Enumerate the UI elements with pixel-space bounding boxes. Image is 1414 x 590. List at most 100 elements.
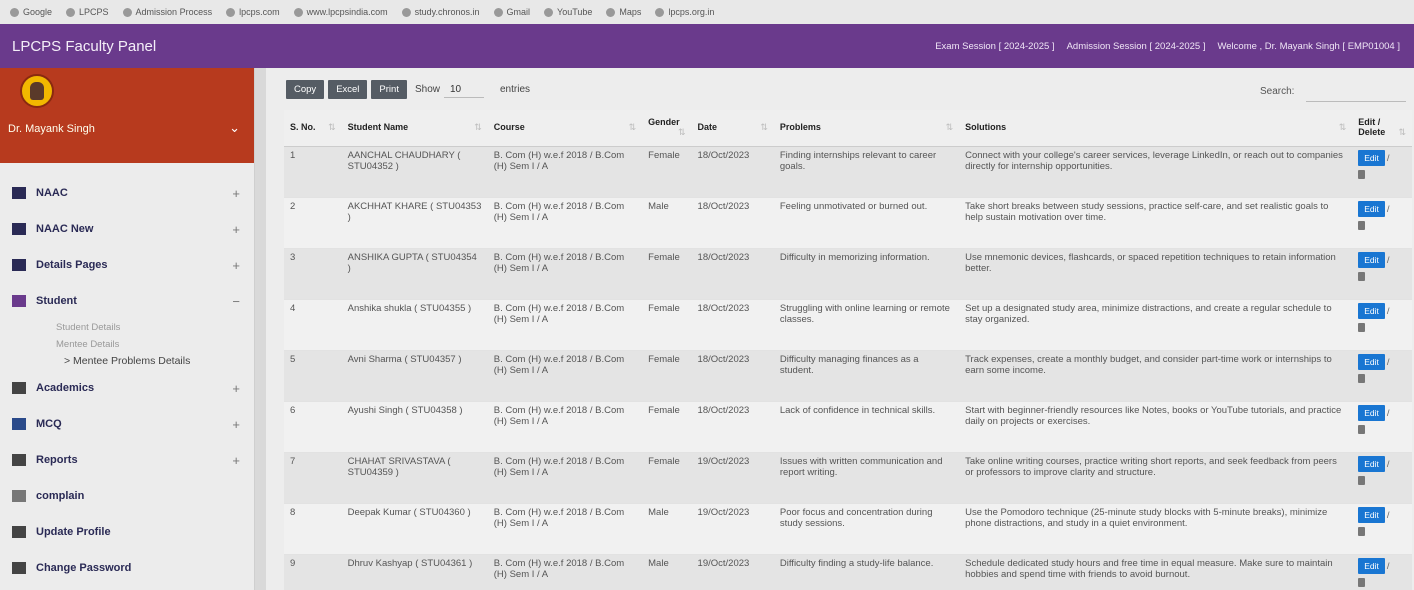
edit-button[interactable]: Edit — [1358, 200, 1385, 218]
cell-course: B. Com (H) w.e.f 2018 / B.Com (H) Sem I … — [487, 146, 643, 198]
print-button[interactable]: Print — [371, 80, 407, 99]
sort-icon[interactable]: ⇅ — [678, 127, 686, 138]
sidebar-item-complain[interactable]: complain — [0, 478, 254, 514]
profile-icon — [12, 526, 26, 538]
cell-sno: 7 — [284, 452, 342, 504]
expand-icon[interactable]: − — [232, 294, 240, 309]
bookmark-item[interactable]: Google — [10, 7, 52, 17]
cell-date: 18/Oct/2023 — [691, 146, 774, 198]
edit-button[interactable]: Edit — [1358, 404, 1385, 422]
sort-icon[interactable]: ⇅ — [760, 122, 768, 133]
sidebar-item-naac-new[interactable]: NAAC New + — [0, 211, 254, 247]
sidebar-item-mcq[interactable]: MCQ + — [0, 406, 254, 442]
delete-icon[interactable] — [1358, 425, 1366, 435]
cell-solution: Schedule dedicated study hours and free … — [959, 554, 1353, 590]
chevron-down-icon[interactable]: ⌄ — [229, 120, 240, 136]
cell-course: B. Com (H) w.e.f 2018 / B.Com (H) Sem I … — [487, 503, 643, 555]
delete-icon[interactable] — [1358, 272, 1366, 282]
delete-icon[interactable] — [1358, 527, 1366, 537]
column-header[interactable]: Solutions ⇅ — [959, 110, 1353, 147]
cell-name: ANSHIKA GUPTA ( STU04354 ) — [341, 248, 488, 300]
sidebar-item-student[interactable]: Student − — [0, 283, 254, 319]
sidebar-item-reports[interactable]: Reports + — [0, 442, 254, 478]
cell-course: B. Com (H) w.e.f 2018 / B.Com (H) Sem I … — [487, 350, 643, 402]
sort-icon[interactable]: ⇅ — [946, 122, 954, 133]
sort-icon[interactable]: ⇅ — [474, 122, 482, 133]
excel-button[interactable]: Excel — [328, 80, 368, 99]
expand-icon[interactable]: + — [232, 417, 240, 432]
delete-icon[interactable] — [1358, 476, 1366, 486]
submenu-item[interactable]: > Mentee Problems Details — [56, 353, 254, 370]
app-title[interactable]: LPCPS Faculty Panel — [12, 38, 156, 55]
cell-problem: Struggling with online learning or remot… — [773, 299, 960, 351]
sidebar-item-naac[interactable]: NAAC + — [0, 175, 254, 211]
sidebar-item-label: NAAC — [36, 187, 68, 199]
edit-button[interactable]: Edit — [1358, 557, 1385, 575]
sidebar-item-label: Student — [36, 295, 77, 307]
sidebar-item-label: NAAC New — [36, 223, 94, 235]
sort-icon[interactable]: ⇅ — [1398, 127, 1406, 138]
column-header[interactable]: Gender ⇅ — [642, 110, 692, 147]
cell-gender: Female — [642, 350, 692, 402]
table-body: 1 AANCHAL CHAUDHARY ( STU04352 ) B. Com (H… — [284, 146, 1412, 590]
sidebar-item-academics[interactable]: Academics + — [0, 370, 254, 406]
book-icon — [12, 223, 26, 235]
delete-icon[interactable] — [1358, 221, 1366, 231]
cell-solution: Connect with your college's career servi… — [959, 146, 1353, 198]
cell-actions: Edit / — [1352, 248, 1412, 300]
column-header[interactable]: Edit / Delete ⇅ — [1352, 110, 1412, 147]
bookmark-item[interactable]: Gmail — [493, 7, 530, 17]
submenu-item[interactable]: Mentee Details — [56, 336, 254, 353]
cell-problem: Difficulty in memorizing information. — [773, 248, 960, 300]
delete-icon[interactable] — [1358, 323, 1366, 333]
sort-icon[interactable]: ⇅ — [328, 122, 336, 133]
column-header[interactable]: Course ⇅ — [487, 110, 643, 147]
column-header[interactable]: Date ⇅ — [691, 110, 774, 147]
edit-button[interactable]: Edit — [1358, 251, 1385, 269]
cell-gender: Female — [642, 401, 692, 453]
expand-icon[interactable]: + — [232, 453, 240, 468]
delete-icon[interactable] — [1358, 578, 1366, 588]
cell-actions: Edit / — [1352, 452, 1412, 504]
sidebar-item-details-pages[interactable]: Details Pages + — [0, 247, 254, 283]
cell-date: 18/Oct/2023 — [691, 197, 774, 249]
expand-icon[interactable]: + — [232, 222, 240, 237]
search-input[interactable] — [1306, 80, 1406, 102]
bookmark-icon — [122, 7, 132, 17]
table-toolbar: Copy Excel Print Show 10 entries — [286, 80, 530, 99]
column-header[interactable]: S. No. ⇅ — [284, 110, 342, 147]
sidebar-item-update-profile[interactable]: Update Profile — [0, 514, 254, 550]
bookmark-item[interactable]: YouTube — [544, 7, 592, 17]
cell-date: 18/Oct/2023 — [691, 350, 774, 402]
sort-icon[interactable]: ⇅ — [1339, 122, 1347, 133]
delete-icon[interactable] — [1358, 170, 1366, 180]
bookmark-item[interactable]: lpcps.org.in — [655, 7, 714, 17]
bookmark-item[interactable]: Admission Process — [122, 7, 212, 17]
expand-icon[interactable]: + — [232, 381, 240, 396]
column-header[interactable]: Student Name ⇅ — [341, 110, 488, 147]
submenu-item[interactable]: Student Details — [56, 319, 254, 336]
column-header[interactable]: Problems ⇅ — [773, 110, 960, 147]
entries-select[interactable]: 10 — [443, 82, 484, 98]
expand-icon[interactable]: + — [232, 186, 240, 201]
edit-button[interactable]: Edit — [1358, 302, 1385, 320]
edit-button[interactable]: Edit — [1358, 353, 1385, 371]
expand-icon[interactable]: + — [232, 258, 240, 273]
sidebar-item-change-password[interactable]: Change Password — [0, 550, 254, 586]
bookmark-item[interactable]: LPCPS — [66, 7, 109, 17]
cell-actions: Edit / — [1352, 197, 1412, 249]
bookmark-item[interactable]: www.lpcpsindia.com — [293, 7, 388, 17]
copy-button[interactable]: Copy — [286, 80, 325, 99]
edit-button[interactable]: Edit — [1358, 455, 1385, 473]
bookmark-item[interactable]: lpcps.com — [226, 7, 280, 17]
bookmark-item[interactable]: study.chronos.in — [401, 7, 480, 17]
bookmark-item[interactable]: Maps — [606, 7, 641, 17]
cell-actions: Edit / — [1352, 401, 1412, 453]
edit-button[interactable]: Edit — [1358, 149, 1385, 167]
delete-icon[interactable] — [1358, 374, 1366, 384]
edit-button[interactable]: Edit — [1358, 506, 1385, 524]
cell-date: 19/Oct/2023 — [691, 503, 774, 555]
search-label: Search: — [1260, 86, 1295, 97]
sidebar: Dr. Mayank Singh ⌄ NAAC + NAAC New + Details… — [0, 68, 255, 590]
sort-icon[interactable]: ⇅ — [629, 122, 637, 133]
